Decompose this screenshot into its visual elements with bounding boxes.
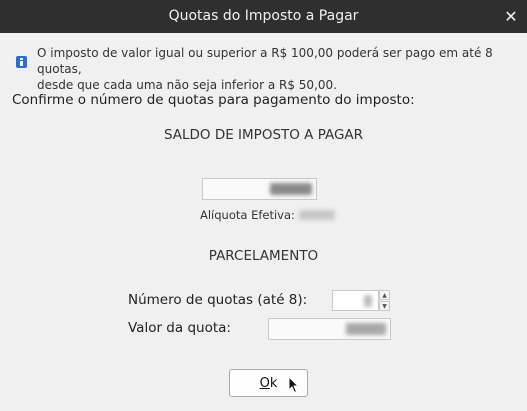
ok-label-rest: k <box>269 375 278 391</box>
valor-quota-field <box>268 318 391 340</box>
info-message: O imposto de valor igual ou superior a R… <box>37 45 507 93</box>
aliquota-label: Alíquota Efetiva: <box>200 208 295 222</box>
saldo-value-field <box>202 178 317 200</box>
mouse-cursor-icon <box>288 376 300 394</box>
num-quotas-spinner-input[interactable] <box>332 290 379 311</box>
aliquota-value-redacted <box>299 210 335 220</box>
ok-mnemonic: O <box>259 375 270 391</box>
info-line-1: O imposto de valor igual ou superior a R… <box>37 46 493 76</box>
valor-quota-label: Valor da quota: <box>128 320 231 336</box>
valor-quota-value-redacted <box>346 323 386 335</box>
window-title: Quotas do Imposto a Pagar <box>168 8 359 24</box>
info-icon <box>16 56 27 68</box>
num-quotas-value-redacted <box>364 295 372 307</box>
num-quotas-label: Número de quotas (até 8): <box>128 292 308 308</box>
spinner-down-icon[interactable]: ▼ <box>379 301 390 311</box>
spinner-up-icon[interactable]: ▲ <box>379 290 390 300</box>
prompt-text: Confirme o número de quotas para pagamen… <box>12 92 415 108</box>
saldo-value-redacted <box>270 183 312 195</box>
saldo-heading: SALDO DE IMPOSTO A PAGAR <box>163 127 364 143</box>
close-icon[interactable]: ✕ <box>501 5 521 27</box>
parcelamento-heading: PARCELAMENTO <box>208 248 319 264</box>
title-bar: Quotas do Imposto a Pagar ✕ <box>0 0 527 33</box>
info-line-2: desde que cada uma não seja inferior a R… <box>37 78 337 92</box>
